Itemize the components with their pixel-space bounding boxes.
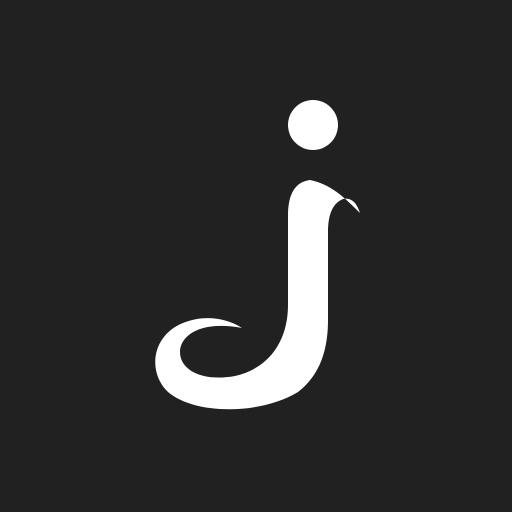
logo-stroke (155, 180, 360, 410)
app-icon-canvas (0, 0, 512, 512)
letter-j-logo-icon (155, 100, 360, 410)
logo-dot (288, 100, 338, 150)
